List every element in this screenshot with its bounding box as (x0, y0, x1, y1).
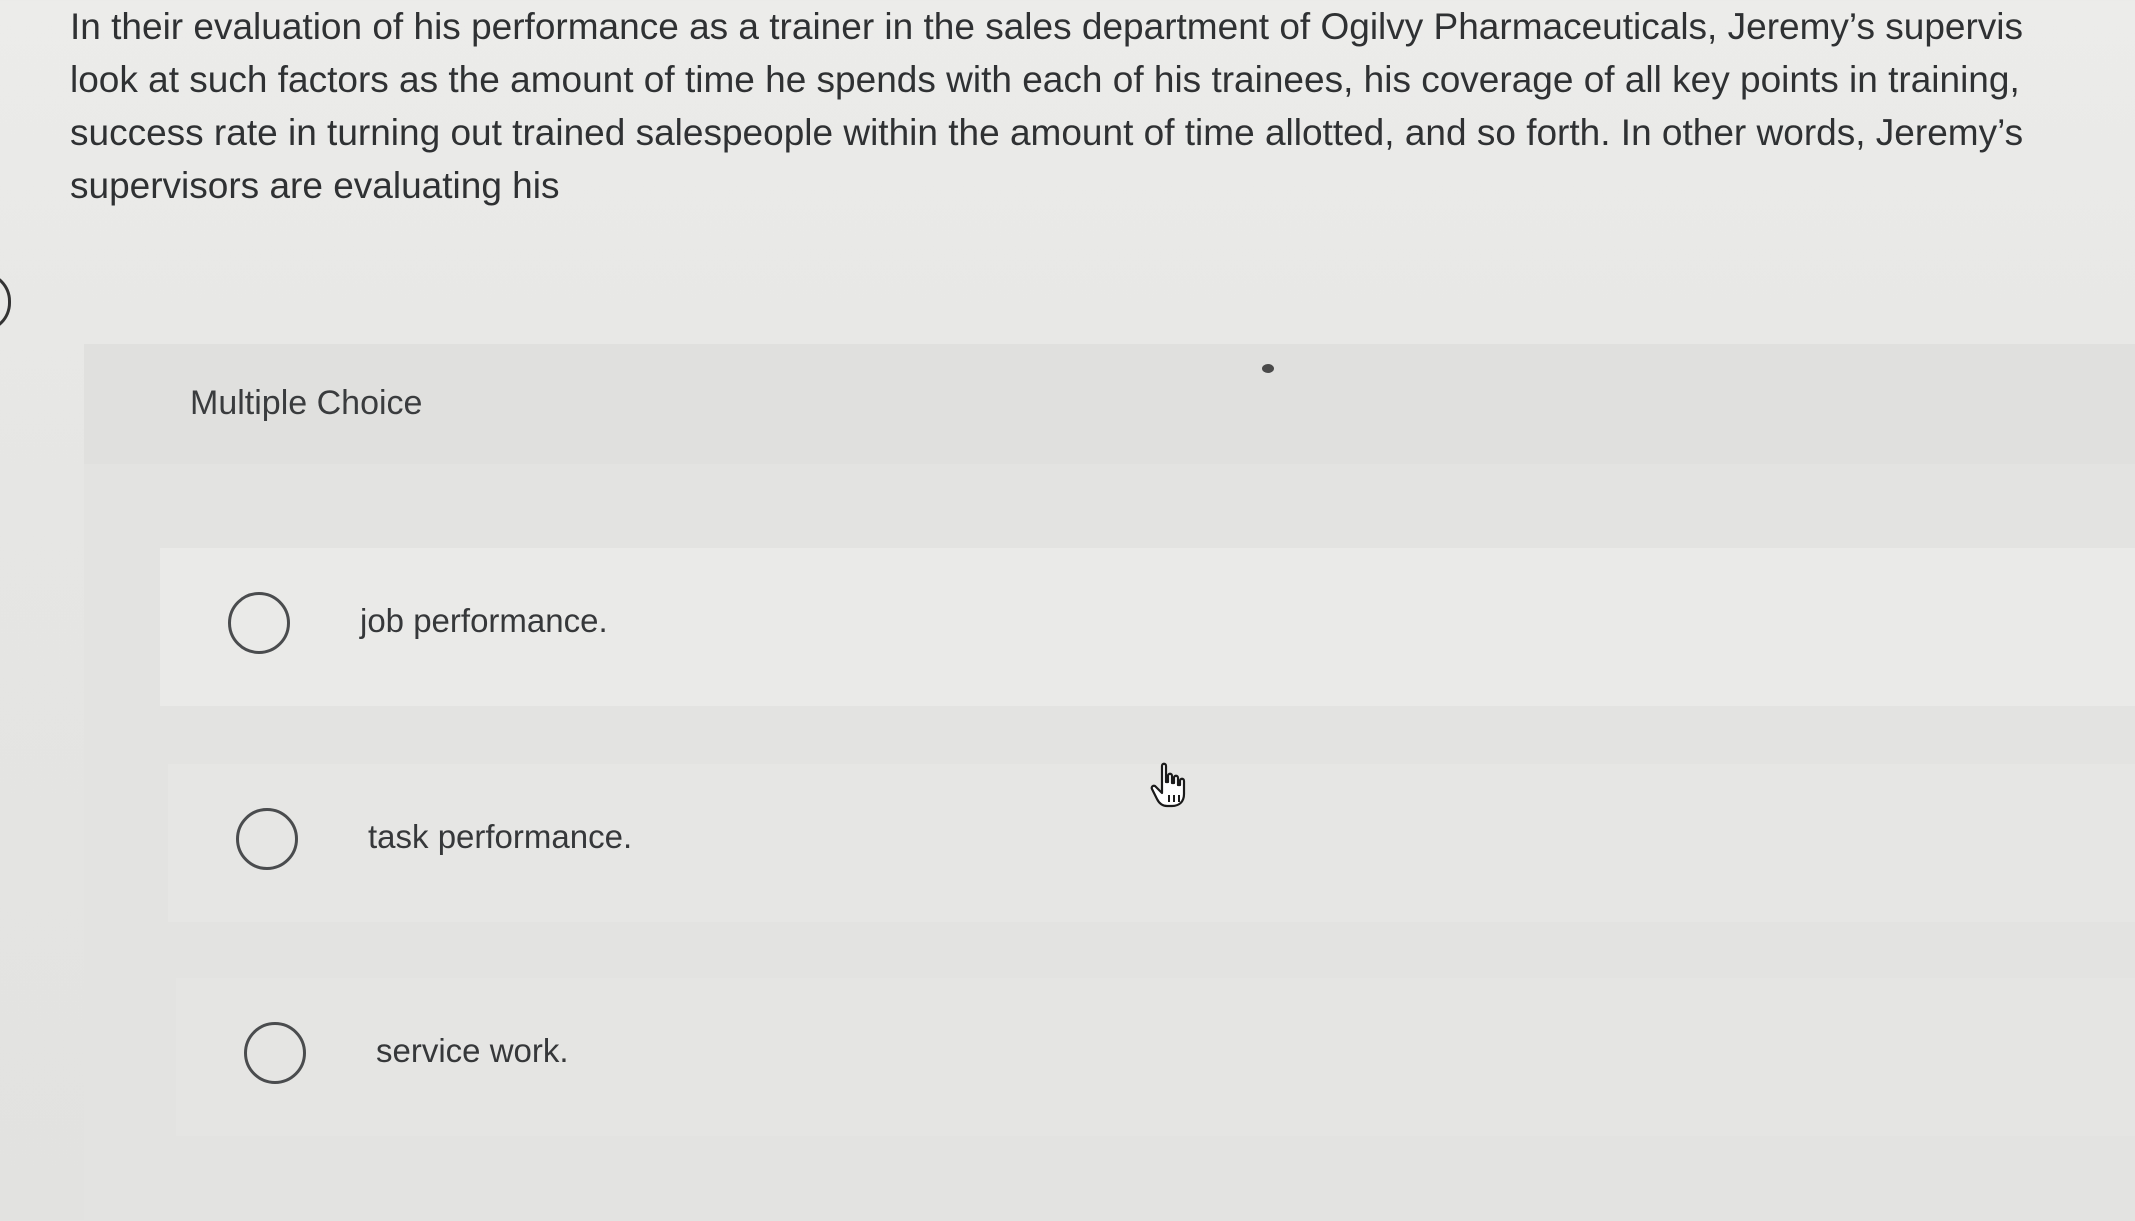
answer-option-job-performance[interactable]: job performance. (160, 548, 2135, 706)
question-text: In their evaluation of his performance a… (70, 0, 2135, 212)
question-line: look at such factors as the amount of ti… (70, 59, 2020, 100)
screen-speck (1262, 364, 1274, 373)
question-line: success rate in turning out trained sale… (70, 112, 2024, 153)
question-line: In their evaluation of his performance a… (70, 6, 2024, 47)
radio-circle-icon[interactable] (228, 592, 290, 654)
hand-pointer-icon (1150, 762, 1186, 808)
radio-circle-icon[interactable] (244, 1022, 306, 1084)
answer-option-service-work[interactable]: service work. (176, 978, 2135, 1136)
scroll-edge-indicator (0, 272, 11, 332)
radio-circle-icon[interactable] (236, 808, 298, 870)
answer-option-label: service work. (376, 1032, 569, 1069)
multiple-choice-label: Multiple Choice (190, 384, 423, 422)
answer-option-label: task performance. (368, 818, 633, 855)
question-line: supervisors are evaluating his (70, 165, 560, 206)
multiple-choice-header: Multiple Choice (84, 344, 2135, 464)
multiple-choice-panel: Multiple Choice job performance. task pe… (84, 344, 2135, 1221)
answer-option-label: job performance. (360, 602, 608, 639)
